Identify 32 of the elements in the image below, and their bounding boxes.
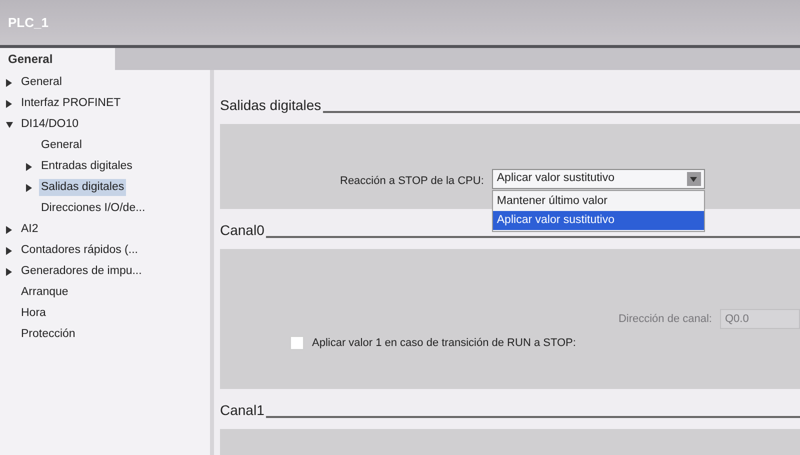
- tree-item[interactable]: Entradas digitales: [39, 158, 134, 176]
- expand-arrow-icon[interactable]: [6, 246, 13, 254]
- section-heading: Salidas digitales: [220, 96, 322, 115]
- checkbox-label: Aplicar valor 1 en caso de transición de RUN a STOP:: [312, 336, 576, 351]
- tree-item[interactable]: Interfaz PROFINET: [19, 94, 123, 112]
- tree-item[interactable]: Protección: [19, 326, 78, 344]
- tree-item[interactable]: Hora: [19, 304, 48, 322]
- tree-item[interactable]: Contadores rápidos (...: [19, 242, 140, 260]
- tree-item[interactable]: General: [39, 136, 84, 154]
- expand-arrow-icon[interactable]: [6, 226, 13, 234]
- dropdown-option[interactable]: Mantener último valor: [492, 192, 704, 211]
- dropdown-option[interactable]: Aplicar valor sustitutivo: [492, 211, 704, 230]
- window-title: PLC_1: [8, 14, 48, 32]
- field-label: Dirección de canal:: [618, 312, 712, 327]
- tree-item[interactable]: Generadores de impu...: [19, 262, 144, 280]
- tree-item[interactable]: Salidas digitales: [39, 178, 126, 196]
- checkbox[interactable]: [290, 336, 304, 350]
- tree-item[interactable]: Arranque: [19, 284, 70, 302]
- section-heading: Canal1: [220, 401, 264, 420]
- tree-item[interactable]: DI14/DO10: [19, 116, 81, 134]
- tree-item[interactable]: General: [19, 74, 64, 92]
- expand-arrow-icon[interactable]: [26, 184, 33, 192]
- section-heading: Canal0: [220, 221, 264, 240]
- expand-arrow-icon[interactable]: [6, 78, 13, 86]
- field-label: Reacción a STOP de la CPU:: [340, 174, 484, 188]
- tab[interactable]: General: [0, 48, 115, 70]
- expand-arrow-icon[interactable]: [26, 162, 33, 170]
- expand-arrow-icon[interactable]: [6, 100, 13, 108]
- tree-item[interactable]: Direcciones I/O/de...: [39, 200, 148, 218]
- tree-item[interactable]: AI2: [19, 220, 40, 238]
- expand-arrow-icon[interactable]: [6, 268, 13, 276]
- collapse-arrow-icon[interactable]: [6, 120, 13, 128]
